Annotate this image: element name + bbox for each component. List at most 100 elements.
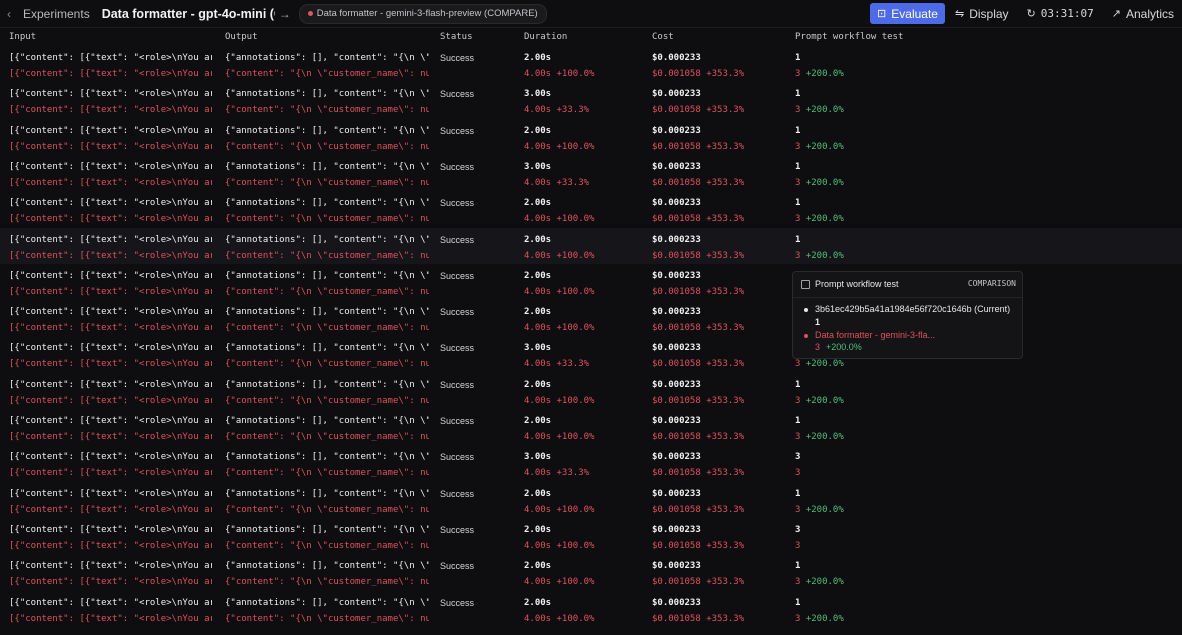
cost-delta: +353.3% bbox=[706, 432, 745, 442]
prompt-workflow-compare-value: 3 bbox=[795, 468, 801, 478]
table-row[interactable]: [{"content": [{"text": "<role>\nYou are … bbox=[0, 482, 1182, 518]
duration-compare-value: 4.00s bbox=[524, 105, 552, 115]
duration-cell: 2.00s bbox=[524, 198, 552, 208]
duration-delta: +33.3% bbox=[556, 359, 590, 369]
prompt-workflow-cell: 1 bbox=[795, 561, 801, 571]
experiment-title: Data formatter - gpt-4o-mini (COMP bbox=[101, 6, 275, 21]
cost-compare-cell: $0.001058 +353.3% bbox=[652, 357, 782, 371]
output-compare-cell: {"content": "{\n \"customer_name\": null… bbox=[225, 614, 429, 624]
cost-cell: $0.000233 bbox=[652, 235, 701, 245]
cost-cell: $0.000233 bbox=[652, 198, 701, 208]
duration-compare-value: 4.00s bbox=[524, 251, 552, 261]
refresh-icon: ↻ bbox=[1026, 8, 1036, 20]
input-compare-cell: [{"content": [{"text": "<role>\nYou are … bbox=[9, 432, 212, 442]
input-compare-cell: [{"content": [{"text": "<role>\nYou are … bbox=[9, 541, 212, 551]
cost-compare-value: $0.001058 bbox=[652, 142, 701, 152]
output-compare-cell: {"content": "{\n \"customer_name\": null… bbox=[225, 323, 429, 333]
input-cell: [{"content": [{"text": "<role>\nYou are … bbox=[9, 271, 212, 281]
chevron-left-icon[interactable]: ‹ bbox=[7, 7, 17, 21]
input-compare-cell: [{"content": [{"text": "<role>\nYou are … bbox=[9, 69, 212, 79]
prompt-workflow-compare-cell: 3 +200.0% bbox=[795, 212, 915, 226]
prompt-workflow-cell: 1 bbox=[795, 53, 801, 63]
column-header-cost[interactable]: Cost bbox=[652, 32, 674, 42]
input-cell: [{"content": [{"text": "<role>\nYou are … bbox=[9, 235, 212, 245]
duration-cell: 3.00s bbox=[524, 452, 552, 462]
cost-delta: +353.3% bbox=[706, 178, 745, 188]
prompt-workflow-compare-cell: 3 +200.0% bbox=[795, 140, 915, 154]
timer[interactable]: ↻ 03:31:07 bbox=[1027, 7, 1094, 20]
input-compare-cell: [{"content": [{"text": "<role>\nYou are … bbox=[9, 251, 212, 261]
cost-compare-value: $0.001058 bbox=[652, 577, 701, 587]
table-row[interactable]: [{"content": [{"text": "<role>\nYou are … bbox=[0, 445, 1182, 481]
cost-delta: +353.3% bbox=[706, 69, 745, 79]
compare-experiment-label: Data formatter - gemini-3-flash-preview … bbox=[316, 8, 538, 19]
evaluate-button[interactable]: ⊡ Evaluate bbox=[870, 3, 945, 24]
output-compare-cell: {"content": "{\n \"customer_name\": null… bbox=[225, 541, 429, 551]
duration-delta: +100.0% bbox=[556, 69, 595, 79]
table-row[interactable]: [{"content": [{"text": "<role>\nYou are … bbox=[0, 409, 1182, 445]
table-row[interactable]: [{"content": [{"text": "<role>\nYou are … bbox=[0, 591, 1182, 627]
duration-cell: 2.00s bbox=[524, 416, 552, 426]
column-header-output[interactable]: Output bbox=[225, 32, 258, 42]
column-header-duration[interactable]: Duration bbox=[524, 32, 567, 42]
cost-compare-cell: $0.001058 +353.3% bbox=[652, 249, 782, 263]
table-row[interactable]: [{"content": [{"text": "<role>\nYou are … bbox=[0, 155, 1182, 191]
cost-compare-value: $0.001058 bbox=[652, 614, 701, 624]
evaluate-icon: ⊡ bbox=[877, 8, 887, 20]
top-bar: ‹ Experiments Data formatter - gpt-4o-mi… bbox=[0, 0, 1182, 28]
duration-compare-cell: 4.00s +33.3% bbox=[524, 466, 634, 480]
duration-compare-value: 4.00s bbox=[524, 323, 552, 333]
duration-cell: 2.00s bbox=[524, 53, 552, 63]
prompt-workflow-delta: +200.0% bbox=[805, 69, 844, 79]
duration-compare-value: 4.00s bbox=[524, 577, 552, 587]
cost-cell: $0.000233 bbox=[652, 380, 701, 390]
status-cell: Success bbox=[440, 598, 475, 608]
prompt-workflow-delta: +200.0% bbox=[805, 214, 844, 224]
input-cell: [{"content": [{"text": "<role>\nYou are … bbox=[9, 380, 212, 390]
prompt-workflow-delta: +200.0% bbox=[805, 577, 844, 587]
column-header-input[interactable]: Input bbox=[9, 32, 36, 42]
prompt-workflow-cell: 1 bbox=[795, 162, 801, 172]
input-compare-cell: [{"content": [{"text": "<role>\nYou are … bbox=[9, 287, 212, 297]
duration-cell: 2.00s bbox=[524, 525, 552, 535]
table-row[interactable]: [{"content": [{"text": "<role>\nYou are … bbox=[0, 119, 1182, 155]
cost-cell: $0.000233 bbox=[652, 416, 701, 426]
prompt-workflow-compare-value: 3 bbox=[795, 178, 801, 188]
input-compare-cell: [{"content": [{"text": "<role>\nYou are … bbox=[9, 178, 212, 188]
compare-bullet-icon bbox=[804, 334, 808, 338]
table-row[interactable]: [{"content": [{"text": "<role>\nYou are … bbox=[0, 518, 1182, 554]
column-header-status[interactable]: Status bbox=[440, 32, 473, 42]
output-compare-cell: {"content": "{\n \"customer_name\": null… bbox=[225, 505, 429, 515]
duration-delta: +100.0% bbox=[556, 396, 595, 406]
table-row[interactable]: [{"content": [{"text": "<role>\nYou are … bbox=[0, 82, 1182, 118]
analytics-button[interactable]: ↗ Analytics bbox=[1112, 7, 1174, 21]
prompt-workflow-cell: 1 bbox=[795, 126, 801, 136]
duration-compare-cell: 4.00s +100.0% bbox=[524, 67, 634, 81]
cost-compare-value: $0.001058 bbox=[652, 105, 701, 115]
breadcrumb-experiments[interactable]: Experiments bbox=[23, 7, 90, 21]
output-compare-cell: {"content": "{\n \"customer_name\": null… bbox=[225, 359, 429, 369]
output-cell: {"annotations": [], "content": "{\n \"cu… bbox=[225, 307, 429, 317]
output-compare-cell: {"content": "{\n \"customer_name\": null… bbox=[225, 432, 429, 442]
table-row[interactable]: [{"content": [{"text": "<role>\nYou are … bbox=[0, 46, 1182, 82]
table-row[interactable]: [{"content": [{"text": "<role>\nYou are … bbox=[0, 554, 1182, 590]
column-header-prompt-workflow-test[interactable]: Prompt workflow test bbox=[795, 32, 903, 42]
table-row[interactable]: [{"content": [{"text": "<role>\nYou are … bbox=[0, 228, 1182, 264]
status-cell: Success bbox=[440, 561, 475, 571]
duration-compare-cell: 4.00s +100.0% bbox=[524, 285, 634, 299]
duration-compare-cell: 4.00s +100.0% bbox=[524, 394, 634, 408]
compare-experiment-chip[interactable]: Data formatter - gemini-3-flash-preview … bbox=[298, 3, 547, 24]
prompt-workflow-compare-cell: 3 +200.0% bbox=[795, 249, 915, 263]
table-row[interactable]: [{"content": [{"text": "<role>\nYou are … bbox=[0, 373, 1182, 409]
display-button[interactable]: ⇋ Display bbox=[955, 7, 1009, 21]
duration-compare-value: 4.00s bbox=[524, 69, 552, 79]
prompt-workflow-cell: 1 bbox=[795, 89, 801, 99]
duration-compare-cell: 4.00s +100.0% bbox=[524, 140, 634, 154]
output-cell: {"annotations": [], "content": "{\n \"cu… bbox=[225, 53, 429, 63]
cost-delta: +353.3% bbox=[706, 105, 745, 115]
table-row[interactable]: [{"content": [{"text": "<role>\nYou are … bbox=[0, 191, 1182, 227]
cost-delta: +353.3% bbox=[706, 614, 745, 624]
prompt-workflow-compare-cell: 3 +200.0% bbox=[795, 67, 915, 81]
cost-cell: $0.000233 bbox=[652, 561, 701, 571]
output-compare-cell: {"content": "{\n \"customer_name\": null… bbox=[225, 287, 429, 297]
